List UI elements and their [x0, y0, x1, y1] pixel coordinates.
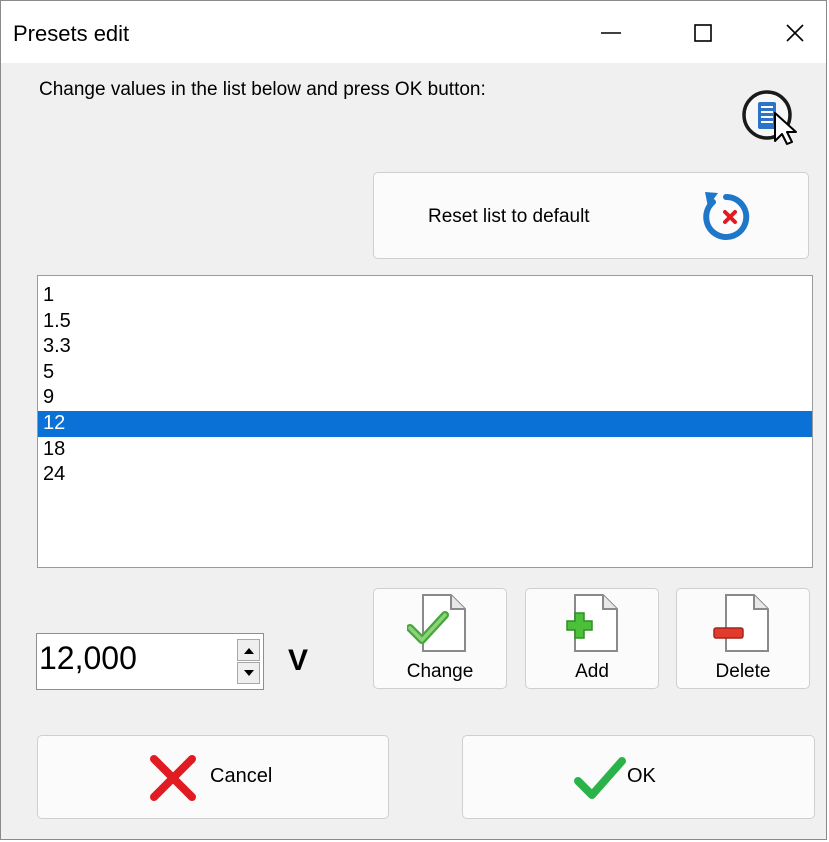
change-button[interactable]: Change	[373, 588, 507, 689]
presets-edit-window: Presets edit Change values in the list b…	[0, 0, 827, 840]
spin-down-icon	[243, 669, 254, 676]
title-bar: Presets edit	[1, 1, 826, 63]
list-item[interactable]: 3.3	[38, 334, 812, 360]
cancel-x-icon	[150, 755, 196, 801]
add-document-icon	[559, 593, 625, 660]
help-cursor-icon	[742, 90, 797, 145]
list-item[interactable]: 5	[38, 360, 812, 386]
spin-down-button[interactable]	[237, 662, 260, 684]
list-item[interactable]: 24	[38, 462, 812, 488]
ok-label: OK	[627, 765, 656, 787]
cancel-button[interactable]: Cancel	[37, 735, 389, 819]
add-label: Add	[575, 661, 609, 682]
cancel-label: Cancel	[210, 765, 273, 787]
list-item[interactable]: 1	[38, 283, 812, 309]
list-item[interactable]: 9	[38, 385, 812, 411]
delete-button[interactable]: Delete	[676, 588, 810, 689]
list-item[interactable]: 12	[38, 410, 812, 437]
change-document-icon	[406, 593, 473, 660]
maximize-button[interactable]	[673, 11, 733, 55]
reset-icon	[696, 183, 766, 252]
maximize-icon	[694, 24, 712, 42]
ok-button[interactable]: OK	[462, 735, 815, 819]
window-title: Presets edit	[13, 21, 130, 46]
list-item[interactable]: 18	[38, 437, 812, 463]
minimize-button[interactable]	[581, 11, 641, 55]
ok-check-icon	[574, 757, 626, 799]
delete-label: Delete	[715, 661, 771, 682]
close-button[interactable]	[765, 11, 825, 55]
list-item[interactable]: 1.5	[38, 309, 812, 335]
spin-up-icon	[243, 647, 254, 654]
help-button[interactable]	[741, 86, 801, 151]
value-input[interactable]: 12,000	[39, 640, 137, 677]
add-button[interactable]: Add	[525, 588, 659, 689]
minimize-icon	[601, 32, 621, 34]
instruction-text: Change values in the list below and pres…	[39, 79, 486, 100]
unit-label: V	[288, 644, 309, 677]
reset-list-label: Reset list to default	[428, 206, 590, 227]
reset-list-button[interactable]: Reset list to default	[373, 172, 809, 259]
spin-up-button[interactable]	[237, 639, 260, 661]
value-spinbox[interactable]: 12,000	[36, 633, 264, 690]
close-icon	[786, 24, 804, 42]
change-label: Change	[406, 661, 474, 682]
presets-list[interactable]: 1 1.5 3.3 5 9 12 18 24	[37, 275, 813, 568]
delete-document-icon	[710, 593, 776, 660]
